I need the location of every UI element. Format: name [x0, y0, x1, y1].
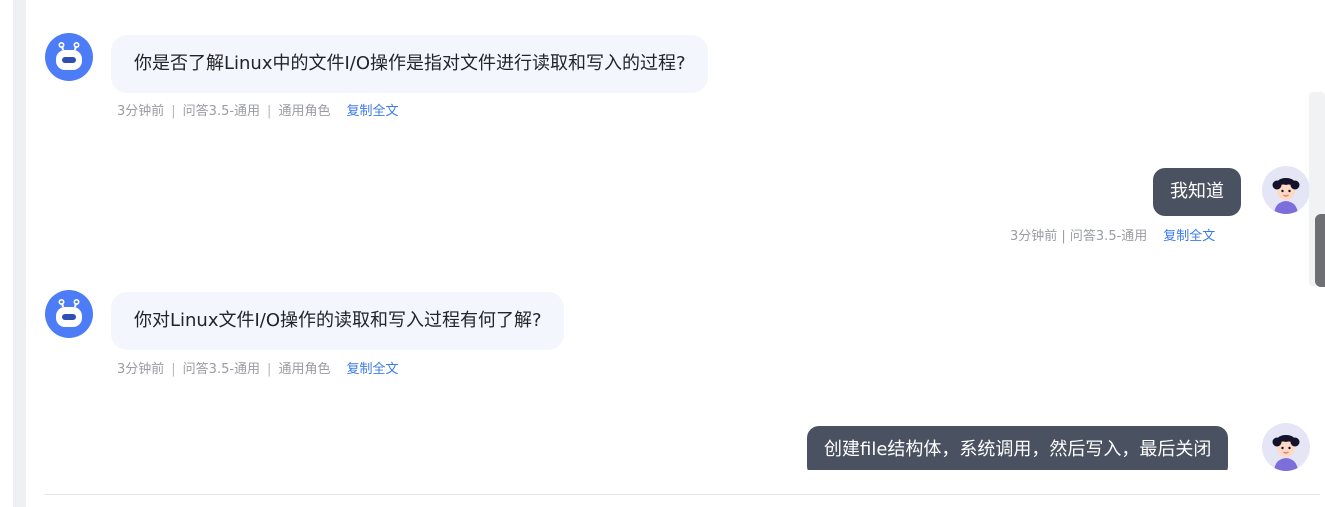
assistant-message-bubble: 你对Linux文件I/O操作的读取和写入过程有何了解?	[111, 292, 564, 350]
meta-separator: |	[267, 104, 272, 119]
message-time: 3分钟前	[117, 104, 165, 119]
robot-icon	[56, 42, 82, 70]
message-text: 你对Linux文件I/O操作的读取和写入过程有何了解?	[134, 310, 542, 331]
meta-separator: |	[171, 104, 176, 119]
assistant-avatar	[45, 290, 93, 338]
meta-separator: |	[267, 362, 272, 377]
user-avatar	[1262, 166, 1310, 214]
copy-all-button[interactable]: 复制全文	[346, 362, 398, 377]
user-avatar	[1262, 423, 1310, 471]
left-panel-edge	[13, 0, 26, 507]
message-text: 创建file结构体，系统调用，然后写入，最后关闭	[824, 439, 1212, 460]
person-avatar-icon	[1272, 178, 1300, 214]
message-meta: 3分钟前 | 问答3.5-通用 | 通用角色 复制全文	[117, 103, 398, 121]
copy-all-button[interactable]: 复制全文	[1163, 229, 1215, 244]
message-time-model: 3分钟前 | 问答3.5-通用	[1010, 229, 1148, 244]
message-clip: 创建file结构体，系统调用，然后写入，最后关闭	[780, 420, 1320, 470]
assistant-avatar	[45, 33, 93, 81]
user-message-bubble: 我知道	[1153, 168, 1241, 216]
message-persona: 通用角色	[278, 104, 331, 119]
robot-icon	[56, 299, 82, 327]
copy-all-button[interactable]: 复制全文	[346, 104, 398, 119]
message-meta: 3分钟前 | 问答3.5-通用 | 通用角色 复制全文	[117, 361, 398, 379]
person-avatar-icon	[1272, 435, 1300, 471]
assistant-message-bubble: 你是否了解Linux中的文件I/O操作是指对文件进行读取和写入的过程?	[111, 35, 708, 93]
message-persona: 通用角色	[278, 362, 331, 377]
message-model: 问答3.5-通用	[182, 104, 261, 119]
user-message-bubble: 创建file结构体，系统调用，然后写入，最后关闭	[807, 426, 1229, 470]
message-meta: 3分钟前 | 问答3.5-通用 复制全文	[1010, 228, 1215, 246]
input-area-divider	[45, 494, 1320, 495]
message-time: 3分钟前	[117, 362, 165, 377]
message-text: 你是否了解Linux中的文件I/O操作是指对文件进行读取和写入的过程?	[134, 53, 686, 74]
meta-separator: |	[171, 362, 176, 377]
message-text: 我知道	[1170, 181, 1224, 202]
scrollbar-thumb[interactable]	[1315, 214, 1325, 287]
message-model: 问答3.5-通用	[182, 362, 261, 377]
